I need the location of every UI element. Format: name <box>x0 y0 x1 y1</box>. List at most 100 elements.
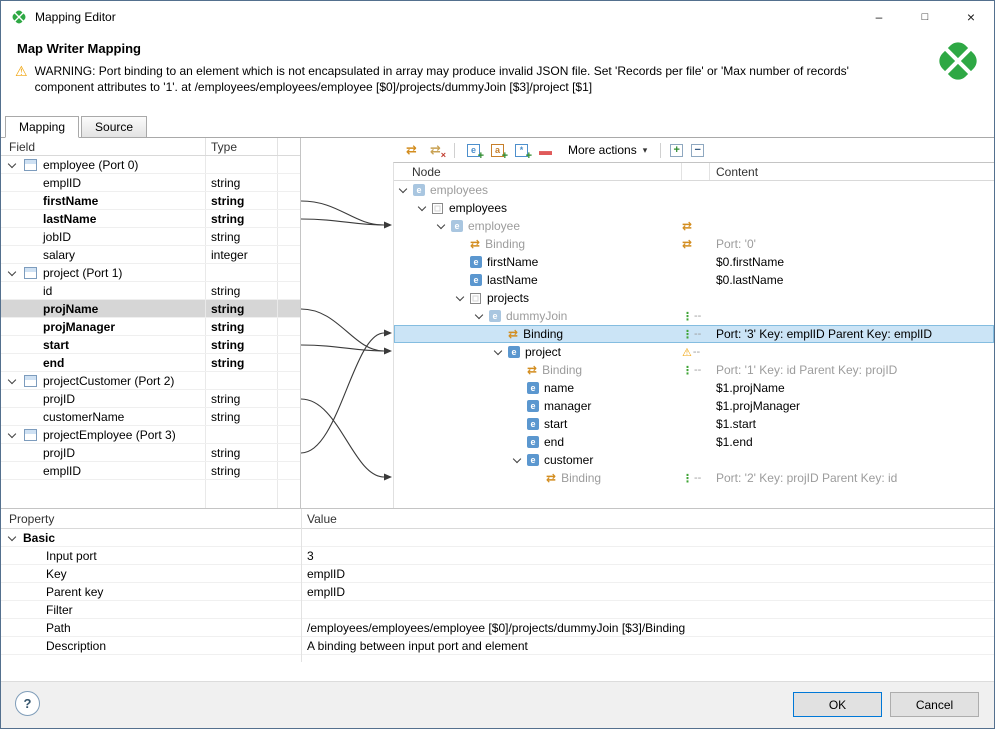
close-button[interactable]: × <box>948 1 994 33</box>
node-content: Port: '0' <box>710 237 994 251</box>
chevron-down-icon[interactable] <box>8 532 16 540</box>
field-row[interactable]: lastNamestring <box>1 210 300 228</box>
toolbar-icons: ⇄⇄× e+a+*+▬ <box>401 140 556 160</box>
field-row[interactable]: jobIDstring <box>1 228 300 246</box>
node-row[interactable]: ⇄Binding⋮--Port: '2' Key: projID Parent … <box>394 469 994 487</box>
field-row[interactable]: firstNamestring <box>1 192 300 210</box>
add-child-element-icon[interactable]: e+ <box>463 140 484 160</box>
field-label: customerName <box>43 410 124 424</box>
chevron-down-icon[interactable] <box>8 267 16 275</box>
field-row[interactable]: projManagerstring <box>1 318 300 336</box>
field-row[interactable]: emplIDstring <box>1 462 300 480</box>
chevron-down-icon[interactable] <box>456 293 464 301</box>
mapping-connector[interactable] <box>301 309 384 351</box>
chevron-down-icon[interactable] <box>437 221 445 229</box>
binding-badge-icon: ⇄ <box>682 237 692 251</box>
tab-source[interactable]: Source <box>81 116 147 137</box>
field-row[interactable]: projectEmployee (Port 3) <box>1 426 300 444</box>
maximize-button[interactable]: □ <box>902 1 948 33</box>
more-actions-button[interactable]: More actions ▾ <box>560 141 655 159</box>
property-row[interactable]: Parent keyemplID <box>1 583 994 601</box>
field-row[interactable]: projectCustomer (Port 2) <box>1 372 300 390</box>
clear-mapping-icon[interactable]: ⇄× <box>425 140 446 160</box>
field-label: end <box>43 356 64 370</box>
map-by-name-icon[interactable]: ⇄ <box>401 140 422 160</box>
titlebar[interactable]: Mapping Editor – □ × <box>1 1 994 33</box>
node-tree-header: Node Content <box>394 163 994 181</box>
property-value: A binding between input port and element <box>301 639 994 653</box>
toolbar-separator <box>660 143 661 158</box>
connector-arrow-icon <box>384 330 392 337</box>
property-row[interactable]: Filter <box>1 601 994 619</box>
minimize-button[interactable]: – <box>856 1 902 33</box>
add-attribute-icon[interactable]: a+ <box>487 140 508 160</box>
node-row[interactable]: elastName$0.lastName <box>394 271 994 289</box>
connector-zone <box>301 138 393 508</box>
node-row[interactable]: eproject⚠-- <box>394 343 994 361</box>
field-row[interactable]: endstring <box>1 354 300 372</box>
property-value: 3 <box>301 549 994 563</box>
mapping-connector[interactable] <box>301 399 384 477</box>
chevron-down-icon[interactable] <box>418 203 426 211</box>
output-mapping-panel: ⇄⇄×e+a+*+▬ More actions ▾ + − Node Conte… <box>393 138 994 508</box>
field-label: projectCustomer (Port 2) <box>43 374 174 388</box>
cancel-button[interactable]: Cancel <box>890 692 979 717</box>
fields-rows: employee (Port 0)emplIDstringfirstNamest… <box>1 156 300 480</box>
remove-icon[interactable]: ▬ <box>535 140 556 160</box>
add-wildcard-element-icon[interactable]: *+ <box>511 140 532 160</box>
field-type: string <box>206 462 278 479</box>
mapping-connector[interactable] <box>301 219 384 225</box>
field-row[interactable]: emplIDstring <box>1 174 300 192</box>
chevron-down-icon[interactable] <box>399 185 407 193</box>
collapse-all-icon[interactable]: − <box>687 140 708 160</box>
field-row[interactable]: customerNamestring <box>1 408 300 426</box>
field-row[interactable]: employee (Port 0) <box>1 156 300 174</box>
field-row[interactable]: startstring <box>1 336 300 354</box>
node-row[interactable]: edummyJoin⋮-- <box>394 307 994 325</box>
node-row[interactable]: estart$1.start <box>394 415 994 433</box>
node-row[interactable]: ⇄Binding⋮--Port: '1' Key: id Parent Key:… <box>394 361 994 379</box>
chevron-down-icon[interactable] <box>8 429 16 437</box>
node-row[interactable]: ecustomer <box>394 451 994 469</box>
element-icon: e <box>489 310 501 322</box>
node-row[interactable]: ename$1.projName <box>394 379 994 397</box>
field-row[interactable]: projNamestring <box>1 300 300 318</box>
node-label: Binding <box>542 363 582 377</box>
chevron-down-icon[interactable] <box>475 311 483 319</box>
binding-icon: ⇄ <box>527 363 537 377</box>
property-row[interactable]: DescriptionA binding between input port … <box>1 637 994 655</box>
field-row[interactable]: projIDstring <box>1 390 300 408</box>
property-row[interactable]: Path/employees/employees/employee [$0]/p… <box>1 619 994 637</box>
node-row[interactable]: emanager$1.projManager <box>394 397 994 415</box>
chevron-down-icon[interactable] <box>8 159 16 167</box>
node-row[interactable]: eemployees <box>394 181 994 199</box>
expand-all-icon[interactable]: + <box>666 140 687 160</box>
field-type: string <box>206 444 278 461</box>
node-row[interactable]: employees <box>394 199 994 217</box>
join-ports-icon: ⋮ <box>682 472 693 485</box>
field-type: string <box>206 192 278 209</box>
node-row[interactable]: eemployee⇄ <box>394 217 994 235</box>
property-row[interactable]: Basic <box>1 529 994 547</box>
property-label: Key <box>46 567 67 581</box>
tab-mapping[interactable]: Mapping <box>5 116 79 138</box>
chevron-down-icon[interactable] <box>8 375 16 383</box>
field-row[interactable]: project (Port 1) <box>1 264 300 282</box>
chevron-down-icon[interactable] <box>494 347 502 355</box>
help-button[interactable]: ? <box>15 691 40 716</box>
node-row[interactable]: projects <box>394 289 994 307</box>
field-row[interactable]: idstring <box>1 282 300 300</box>
ok-button[interactable]: OK <box>793 692 882 717</box>
property-row[interactable]: Input port3 <box>1 547 994 565</box>
field-row[interactable]: projIDstring <box>1 444 300 462</box>
node-row[interactable]: efirstName$0.firstName <box>394 253 994 271</box>
join-ports-icon: ⋮ <box>682 310 693 323</box>
node-row[interactable]: ⇄Binding⋮--Port: '3' Key: emplID Parent … <box>394 325 994 343</box>
mapping-connector[interactable] <box>301 345 384 351</box>
field-row[interactable]: salaryinteger <box>1 246 300 264</box>
array-icon <box>432 203 443 214</box>
chevron-down-icon[interactable] <box>513 455 521 463</box>
node-row[interactable]: eend$1.end <box>394 433 994 451</box>
node-row[interactable]: ⇄Binding⇄Port: '0' <box>394 235 994 253</box>
property-row[interactable]: KeyemplID <box>1 565 994 583</box>
